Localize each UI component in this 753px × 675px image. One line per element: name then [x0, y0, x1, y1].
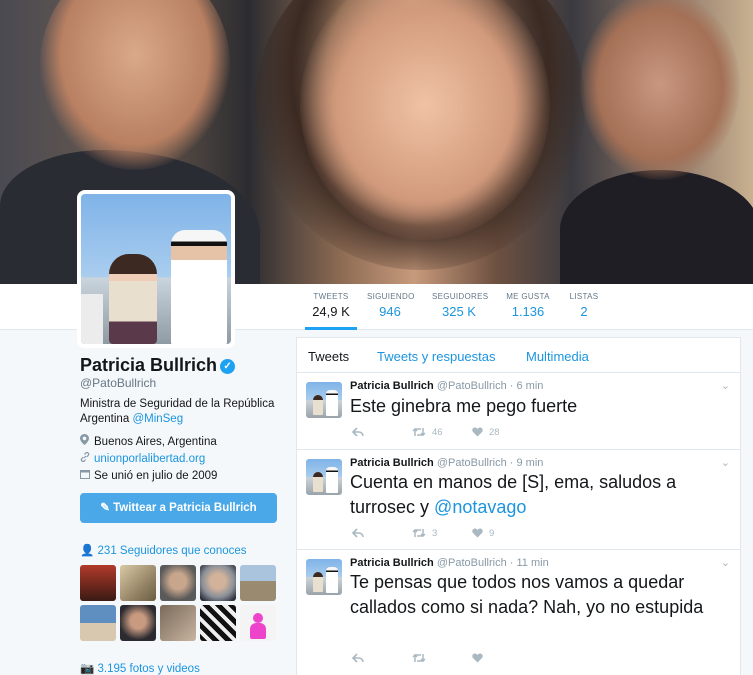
like-button[interactable]: [472, 653, 489, 664]
tweet-header: Patricia Bullrich @PatoBullrich · 11 min: [350, 557, 549, 569]
photos-videos-link[interactable]: 📷 3.195 fotos y videos: [80, 661, 200, 675]
like-button[interactable]: 9: [472, 528, 494, 539]
retweet-count: 46: [432, 427, 443, 438]
compose-icon: ✎: [100, 502, 114, 514]
follower-avatar[interactable]: [80, 565, 116, 601]
retweet-icon: [412, 653, 426, 664]
stat-label: LISTAS: [569, 292, 599, 301]
bio-mention-link[interactable]: @MinSeg: [132, 413, 183, 425]
follower-avatar[interactable]: [120, 605, 156, 641]
tweet-handle[interactable]: @PatoBullrich: [437, 457, 507, 469]
tweet-author[interactable]: Patricia Bullrich: [350, 457, 434, 469]
camera-icon: 📷: [80, 663, 95, 675]
tab-tweets[interactable]: Tweets: [308, 349, 349, 364]
joined-text: Se unió en julio de 2009: [94, 470, 218, 482]
follower-avatar[interactable]: [240, 565, 276, 601]
tweet-to-label: Twittear a Patricia Bullrich: [113, 502, 257, 514]
profile-location: Buenos Aires, Argentina: [80, 434, 217, 448]
like-button[interactable]: 28: [472, 427, 500, 438]
tweet-author[interactable]: Patricia Bullrich: [350, 380, 434, 392]
stat-label: TWEETS: [313, 292, 349, 301]
timeline: Tweets Tweets y respuestas Multimedia Pa…: [296, 337, 741, 675]
profile-joined: Se unió en julio de 2009: [80, 469, 217, 482]
tweet-time[interactable]: · 9 min: [510, 457, 544, 469]
chevron-down-icon[interactable]: ⌄: [721, 379, 730, 392]
profile-name-row: Patricia Bullrich ✓: [80, 355, 236, 376]
profile-bio: Ministra de Seguridad de la República Ar…: [80, 397, 280, 427]
heart-icon: [472, 427, 483, 438]
map-pin-icon: [80, 434, 94, 448]
profile-handle[interactable]: @PatoBullrich: [80, 376, 156, 390]
heart-icon: [472, 653, 483, 664]
retweet-icon: [412, 427, 426, 438]
tweet-header: Patricia Bullrich @PatoBullrich · 9 min: [350, 457, 543, 469]
tweet-to-button[interactable]: ✎ Twittear a Patricia Bullrich: [80, 493, 277, 523]
like-count: 28: [489, 427, 500, 438]
tab-media[interactable]: Multimedia: [526, 349, 589, 364]
follower-avatar[interactable]: [240, 605, 276, 641]
tweet[interactable]: Patricia Bullrich @PatoBullrich · 9 min …: [297, 450, 740, 550]
tweet-author[interactable]: Patricia Bullrich: [350, 557, 434, 569]
follower-avatar[interactable]: [160, 605, 196, 641]
timeline-tabs: Tweets Tweets y respuestas Multimedia: [297, 338, 740, 373]
like-count: 9: [489, 528, 495, 539]
link-icon: [80, 451, 94, 465]
stat-value: 24,9 K: [312, 304, 350, 319]
stat-value: 325 K: [442, 304, 476, 319]
heart-icon: [472, 528, 483, 539]
retweet-button[interactable]: 3: [412, 528, 437, 539]
follower-avatar[interactable]: [120, 565, 156, 601]
follower-avatar[interactable]: [200, 565, 236, 601]
tweet-text: Te pensas que todos nos vamos a quedar c…: [350, 572, 704, 617]
calendar-icon: [80, 469, 94, 482]
stat-value: 946: [379, 304, 401, 319]
stat-lists[interactable]: LISTAS 2: [567, 292, 601, 319]
retweet-icon: [412, 528, 426, 539]
follower-avatar[interactable]: [80, 605, 116, 641]
tweet-header: Patricia Bullrich @PatoBullrich · 6 min: [350, 380, 543, 392]
verified-badge-icon: ✓: [220, 359, 236, 374]
stat-likes[interactable]: ME GUSTA 1.136: [505, 292, 551, 319]
stat-label: ME GUSTA: [506, 292, 550, 301]
tweet-mention-link[interactable]: @notavago: [434, 497, 526, 517]
website-link[interactable]: unionporlalibertad.org: [94, 453, 205, 465]
stat-value: 1.136: [511, 304, 545, 319]
photos-videos-text: 3.195 fotos y videos: [97, 663, 200, 675]
profile-name[interactable]: Patricia Bullrich: [80, 355, 217, 375]
chevron-down-icon[interactable]: ⌄: [721, 556, 730, 569]
tweet-handle[interactable]: @PatoBullrich: [437, 380, 507, 392]
tweet-text: Este ginebra me pego fuerte: [350, 396, 578, 416]
follower-avatar[interactable]: [160, 565, 196, 601]
reply-icon[interactable]: [351, 427, 364, 438]
retweet-count: 3: [432, 528, 438, 539]
stat-value: 2: [580, 304, 588, 319]
retweet-button[interactable]: [412, 653, 432, 664]
profile-avatar[interactable]: [77, 190, 235, 348]
reply-icon[interactable]: [351, 528, 364, 539]
tweet-time[interactable]: · 11 min: [510, 557, 549, 569]
followers-you-know-link[interactable]: 👤 231 Seguidores que conoces: [80, 543, 247, 557]
tweet-handle[interactable]: @PatoBullrich: [437, 557, 507, 569]
tweet-avatar[interactable]: [306, 459, 342, 495]
stat-tweets[interactable]: TWEETS 24,9 K: [305, 292, 357, 330]
stat-following[interactable]: SIGUIENDO 946: [367, 292, 415, 319]
people-icon: 👤: [80, 545, 95, 557]
chevron-down-icon[interactable]: ⌄: [721, 456, 730, 469]
followers-you-know-text: 231 Seguidores que conoces: [97, 545, 247, 557]
tweet[interactable]: Patricia Bullrich @PatoBullrich · 6 min …: [297, 373, 740, 450]
stat-label: SEGUIDORES: [432, 292, 489, 301]
retweet-button[interactable]: 46: [412, 427, 443, 438]
tweet-text: Cuenta en manos de [S], ema, saludos a t…: [350, 470, 735, 520]
tweet-time[interactable]: · 6 min: [510, 380, 544, 392]
tab-tweets-and-replies[interactable]: Tweets y respuestas: [377, 349, 496, 364]
stat-followers[interactable]: SEGUIDORES 325 K: [432, 292, 489, 319]
profile-website: unionporlalibertad.org: [80, 451, 205, 465]
tweet-avatar[interactable]: [306, 382, 342, 418]
location-text: Buenos Aires, Argentina: [94, 436, 217, 448]
tweet[interactable]: Patricia Bullrich @PatoBullrich · 11 min…: [297, 550, 740, 675]
reply-icon[interactable]: [351, 653, 364, 664]
tweet-avatar[interactable]: [306, 559, 342, 595]
stat-label: SIGUIENDO: [367, 292, 415, 301]
follower-avatar[interactable]: [200, 605, 236, 641]
